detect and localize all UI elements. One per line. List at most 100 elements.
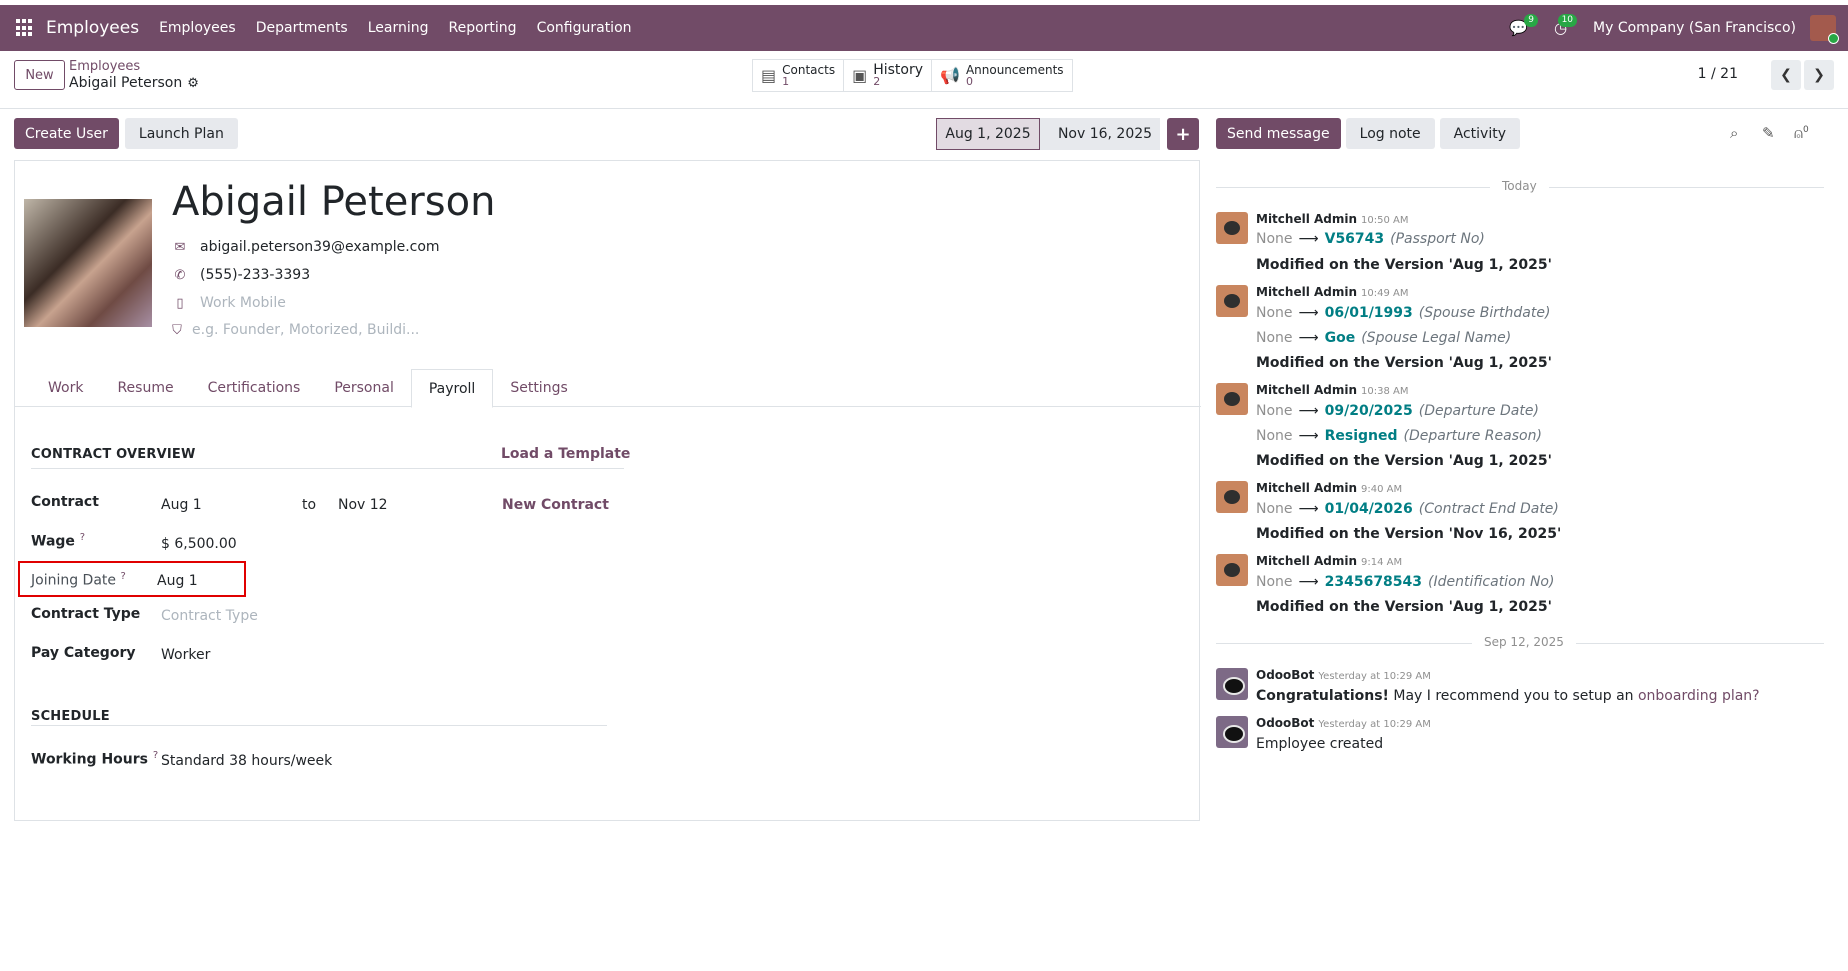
tags-field[interactable]: e.g. Founder, Motorized, Buildi... [192, 322, 419, 338]
contract-end-field[interactable]: Nov 12 [338, 497, 388, 513]
new-button[interactable]: New [14, 60, 65, 90]
new-contract-link[interactable]: New Contract [502, 497, 609, 513]
smart-buttons: ▤ Contacts 1 ▣ History 2 📢 Announcements 0 [752, 59, 1073, 92]
activity-button[interactable]: Activity [1439, 118, 1520, 149]
field-name: (Passport No) [1390, 231, 1485, 247]
tab-personal[interactable]: Personal [317, 369, 411, 407]
send-message-button[interactable]: Send message [1216, 118, 1341, 149]
version-nov-button[interactable]: Nov 16, 2025 [1040, 118, 1160, 150]
load-template-link[interactable]: Load a Template [501, 446, 630, 462]
author-name[interactable]: OdooBot [1256, 716, 1314, 730]
launch-plan-button[interactable]: Launch Plan [124, 118, 238, 149]
tracking-line: None ⟶ 01/04/2026 (Contract End Date) [1256, 501, 1559, 517]
arrow-right-icon: ⟶ [1298, 501, 1319, 517]
log-note-button[interactable]: Log note [1345, 118, 1435, 149]
employee-name[interactable]: Abigail Peterson [172, 179, 495, 225]
field-name: (Identification No) [1428, 574, 1555, 590]
message-body: Employee created [1256, 736, 1384, 752]
help-tooltip-icon[interactable]: ? [120, 571, 125, 582]
field-name: (Spouse Birthdate) [1418, 305, 1551, 321]
menu-departments[interactable]: Departments [256, 20, 348, 36]
version-aug-button[interactable]: Aug 1, 2025 [936, 118, 1040, 150]
separator-label: Today [1490, 179, 1549, 193]
activity-clock-icon[interactable]: ◷ 10 [1554, 14, 1578, 37]
company-switcher[interactable]: My Company (San Francisco) [1593, 20, 1796, 36]
message-note: Modified on the Version 'Aug 1, 2025' [1256, 599, 1552, 615]
message-author: Mitchell Admin 10:38 AM [1256, 383, 1409, 397]
phone-icon: ✆ [174, 267, 186, 283]
chatter-buttons: Send message Log note Activity [1216, 118, 1520, 149]
chevron-right-icon[interactable]: ❯ [1804, 60, 1834, 90]
tab-work[interactable]: Work [31, 369, 100, 407]
history-smart-button[interactable]: ▣ History 2 [844, 60, 933, 91]
tab-resume[interactable]: Resume [100, 369, 190, 407]
onboarding-plan-link[interactable]: onboarding plan? [1638, 688, 1760, 704]
message-body: Congratulations! May I recommend you to … [1256, 688, 1760, 704]
author-name[interactable]: Mitchell Admin [1256, 285, 1357, 299]
tags-icon: ⛉ [172, 322, 182, 338]
notebook-tabs: Work Resume Certifications Personal Payr… [15, 369, 1201, 408]
followers-icon[interactable]: ⍝0 [1794, 124, 1809, 142]
menu-learning[interactable]: Learning [368, 20, 429, 36]
message-time: 9:40 AM [1361, 484, 1403, 495]
author-name[interactable]: Mitchell Admin [1256, 212, 1357, 226]
joining-date-label: Joining Date ? [31, 571, 126, 589]
pay-category-label: Pay Category [31, 645, 136, 661]
search-icon[interactable]: ⌕ [1730, 124, 1738, 142]
author-name[interactable]: Mitchell Admin [1256, 481, 1357, 495]
section-divider [31, 468, 624, 469]
contacts-smart-button[interactable]: ▤ Contacts 1 [753, 60, 845, 91]
old-value: None [1256, 501, 1293, 517]
help-tooltip-icon[interactable]: ? [153, 750, 158, 761]
joining-date-field[interactable]: Aug 1 [157, 573, 198, 589]
breadcrumb-parent[interactable]: Employees [69, 59, 140, 74]
author-name[interactable]: Mitchell Admin [1256, 554, 1357, 568]
pay-category-field[interactable]: Worker [161, 647, 210, 663]
author-name[interactable]: OdooBot [1256, 668, 1314, 682]
contract-start-field[interactable]: Aug 1 [161, 497, 202, 513]
message-author: Mitchell Admin 9:40 AM [1256, 481, 1402, 495]
announcements-smart-button[interactable]: 📢 Announcements 0 [932, 60, 1072, 91]
add-version-button[interactable]: + [1167, 118, 1199, 150]
gear-icon[interactable]: ⚙ [187, 76, 199, 91]
envelope-icon: ✉ [174, 239, 186, 255]
pager-value[interactable]: 1 / 21 [1698, 66, 1738, 82]
field-name: (Contract End Date) [1418, 501, 1559, 517]
employee-photo[interactable] [24, 199, 152, 327]
author-name[interactable]: Mitchell Admin [1256, 383, 1357, 397]
user-badge-icon: ▣ [852, 66, 868, 85]
breadcrumb-current: Abigail Peterson ⚙ [69, 75, 199, 91]
work-mobile-field[interactable]: Work Mobile [200, 295, 286, 311]
joining-date-label-text: Joining Date [31, 572, 117, 589]
phone-field[interactable]: (555)-233-3393 [200, 267, 310, 283]
wage-field[interactable]: $ 6,500.00 [161, 536, 237, 552]
tracking-line: None ⟶ 06/01/1993 (Spouse Birthdate) [1256, 305, 1550, 321]
contract-type-field[interactable]: Contract Type [161, 608, 258, 624]
tab-certifications[interactable]: Certifications [191, 369, 318, 407]
smart-label: History [873, 61, 924, 78]
menu-configuration[interactable]: Configuration [537, 20, 632, 36]
email-field[interactable]: abigail.peterson39@example.com [200, 239, 440, 255]
contract-to-label: to [302, 497, 317, 513]
menu-employees[interactable]: Employees [159, 20, 236, 36]
message-author: Mitchell Admin 10:50 AM [1256, 212, 1409, 226]
menu-reporting[interactable]: Reporting [449, 20, 517, 36]
chevron-left-icon[interactable]: ❮ [1771, 60, 1801, 90]
create-user-button[interactable]: Create User [14, 118, 119, 149]
old-value: None [1256, 231, 1293, 247]
messages-icon[interactable]: 💬 9 [1509, 14, 1538, 37]
tab-settings[interactable]: Settings [493, 369, 584, 407]
activities-badge: 10 [1557, 14, 1578, 27]
help-tooltip-icon[interactable]: ? [80, 532, 85, 543]
smart-label: Announcements [965, 62, 1064, 77]
app-name[interactable]: Employees [46, 18, 139, 38]
smart-count: 1 [782, 74, 790, 88]
smart-label: Contacts [782, 62, 836, 77]
apps-menu-icon[interactable] [16, 19, 34, 37]
avatar [1216, 481, 1248, 513]
paperclip-icon[interactable]: ✎ [1762, 124, 1775, 142]
old-value: None [1256, 403, 1293, 419]
working-hours-field[interactable]: Standard 38 hours/week [161, 753, 332, 769]
user-avatar[interactable] [1810, 15, 1839, 44]
tab-payroll[interactable]: Payroll [410, 369, 494, 408]
